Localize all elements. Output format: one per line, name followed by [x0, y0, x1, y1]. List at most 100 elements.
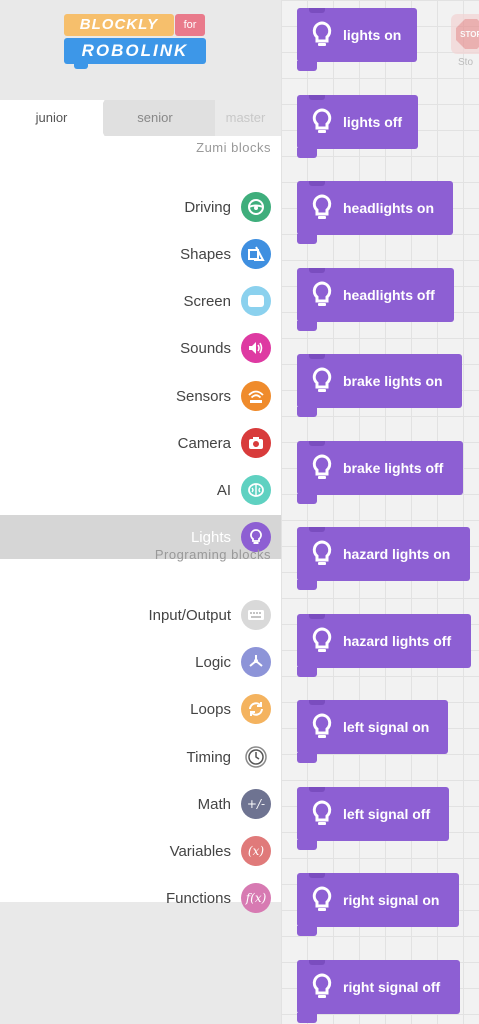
block-right-signal-on[interactable]: right signal on	[297, 873, 459, 936]
block-left-signal-off[interactable]: left signal off	[297, 787, 449, 850]
lightbulb-icon	[312, 454, 332, 479]
sensor-icon	[241, 381, 271, 411]
category-glyph: (x)	[247, 844, 265, 858]
level-tabs: master senior junior	[0, 100, 281, 136]
category-label: Sensors	[175, 387, 231, 405]
category-math[interactable]: Math +/-	[0, 782, 281, 826]
block-label: headlights on	[343, 200, 434, 216]
category-logic[interactable]: Logic	[0, 640, 281, 684]
block-label: headlights off	[343, 287, 435, 303]
category-sensors[interactable]: Sensors	[0, 374, 281, 418]
category-label: Math	[197, 795, 231, 813]
block-left-signal-on[interactable]: left signal on	[297, 700, 448, 763]
block-label: lights on	[343, 27, 402, 43]
speaker-icon	[241, 333, 271, 363]
category-label: Screen	[183, 292, 231, 310]
lightbulb-icon	[312, 21, 332, 46]
category-label: Sounds	[180, 339, 231, 357]
block-brake-lights-off[interactable]: brake lights off	[297, 441, 463, 504]
category-label: Functions	[165, 889, 231, 907]
category-variables[interactable]: Variables (x)	[0, 829, 281, 873]
tab-senior[interactable]: senior	[95, 100, 215, 136]
keyboard-icon	[241, 600, 271, 630]
block-notch	[309, 8, 325, 13]
logic-icon	[241, 647, 271, 677]
category-label: Logic	[195, 653, 231, 671]
category-label: Driving	[184, 198, 231, 216]
block-headlights-off[interactable]: headlights off	[297, 268, 454, 331]
lightbulb-icon	[312, 281, 332, 306]
functions-icon: f(x)	[241, 883, 271, 913]
logo-nub	[74, 63, 88, 69]
block-notch	[309, 873, 325, 878]
category-label: AI	[216, 481, 231, 499]
toolbox-sidebar: master senior junior Driving Shapes Screen…	[0, 100, 281, 913]
lightbulb-icon	[312, 886, 332, 911]
block-notch	[309, 268, 325, 273]
category-timing[interactable]: Timing	[0, 735, 281, 779]
category-label: Input/Output	[148, 606, 231, 624]
block-notch	[309, 354, 325, 359]
block-label: brake lights off	[343, 460, 444, 476]
tab-junior[interactable]: junior	[0, 100, 103, 136]
clock-icon	[241, 742, 271, 772]
lightbulb-icon	[312, 627, 332, 652]
screen-icon	[241, 286, 271, 316]
loop-icon	[241, 694, 271, 724]
blockly-robolink-logo: BLOCKLY for ROBOLINK	[60, 12, 210, 70]
block-notch	[309, 441, 325, 446]
category-input-output[interactable]: Input/Output	[0, 593, 281, 637]
category-sounds[interactable]: Sounds	[0, 326, 281, 370]
block-brake-lights-on[interactable]: brake lights on	[297, 354, 462, 417]
block-hazard-lights-off[interactable]: hazard lights off	[297, 614, 471, 677]
block-notch	[309, 95, 325, 100]
category-camera[interactable]: Camera	[0, 421, 281, 465]
brain-icon	[241, 475, 271, 505]
block-label: right signal on	[343, 892, 440, 908]
block-lights-off[interactable]: lights off	[297, 95, 418, 158]
lightbulb-icon	[312, 367, 332, 392]
block-label: hazard lights on	[343, 546, 451, 562]
block-notch	[309, 700, 325, 705]
block-notch	[309, 787, 325, 792]
stop-label: Sto	[458, 57, 474, 68]
block-label: left signal on	[343, 719, 430, 735]
block-notch	[309, 181, 325, 186]
tab-master[interactable]: master	[210, 100, 281, 136]
category-label: Variables	[169, 842, 231, 860]
category-label: Timing	[186, 748, 231, 766]
section-label-programming-blocks: Programing blocks	[154, 547, 271, 562]
stop-sign-icon[interactable]: STOP	[451, 14, 479, 54]
category-loops[interactable]: Loops	[0, 687, 281, 731]
block-hazard-lights-on[interactable]: hazard lights on	[297, 527, 470, 590]
category-label: Shapes	[180, 245, 231, 263]
category-shapes[interactable]: Shapes	[0, 232, 281, 276]
block-label: lights off	[343, 114, 403, 130]
category-label: Loops	[190, 700, 231, 718]
lightbulb-icon	[312, 800, 332, 825]
lightbulb-icon	[312, 108, 332, 133]
camera-icon	[241, 428, 271, 458]
block-headlights-on[interactable]: headlights on	[297, 181, 453, 244]
stop-sign-text: STOP	[456, 19, 479, 49]
block-lights-on[interactable]: lights on	[297, 8, 417, 71]
math-icon: +/-	[241, 789, 271, 819]
lightbulb-icon	[312, 194, 332, 219]
lightbulb-icon	[312, 973, 332, 998]
lightbulb-icon	[312, 540, 332, 565]
category-ai[interactable]: AI	[0, 468, 281, 512]
block-right-signal-off[interactable]: right signal off	[297, 960, 460, 1023]
category-label: Camera	[177, 434, 231, 452]
block-notch	[309, 960, 325, 965]
block-label: brake lights on	[343, 373, 443, 389]
category-screen[interactable]: Screen	[0, 279, 281, 323]
lightbulb-icon	[312, 713, 332, 738]
category-functions[interactable]: Functions f(x)	[0, 876, 281, 920]
category-driving[interactable]: Driving	[0, 185, 281, 229]
logo-robolink-text: ROBOLINK	[64, 38, 206, 64]
block-label: hazard lights off	[343, 633, 452, 649]
block-notch	[309, 614, 325, 619]
logo-for-text: for	[175, 14, 205, 36]
category-glyph: +/-	[246, 797, 266, 811]
section-label-zumi-blocks: Zumi blocks	[196, 140, 271, 155]
